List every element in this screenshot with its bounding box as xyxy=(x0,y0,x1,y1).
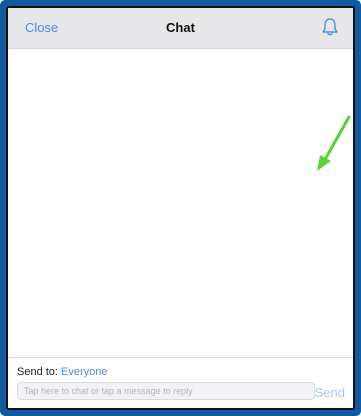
send-to-row: Send to: Everyone xyxy=(17,366,108,378)
message-list[interactable] xyxy=(8,49,353,358)
send-button[interactable]: Send xyxy=(315,385,345,400)
chat-input[interactable] xyxy=(17,382,315,400)
chat-composer: Send to: Everyone Send xyxy=(8,357,353,408)
recipient-selector[interactable]: Everyone xyxy=(61,366,107,378)
chat-header: Close Chat xyxy=(8,8,353,49)
send-to-label: Send to: xyxy=(17,366,58,378)
bell-icon[interactable] xyxy=(319,16,341,38)
page-title: Chat xyxy=(166,20,195,35)
annotation-arrow-icon xyxy=(317,115,351,171)
chat-panel: Close Chat Send to: Everyone Send xyxy=(6,6,355,410)
device-frame: Close Chat Send to: Everyone Send xyxy=(0,0,361,416)
